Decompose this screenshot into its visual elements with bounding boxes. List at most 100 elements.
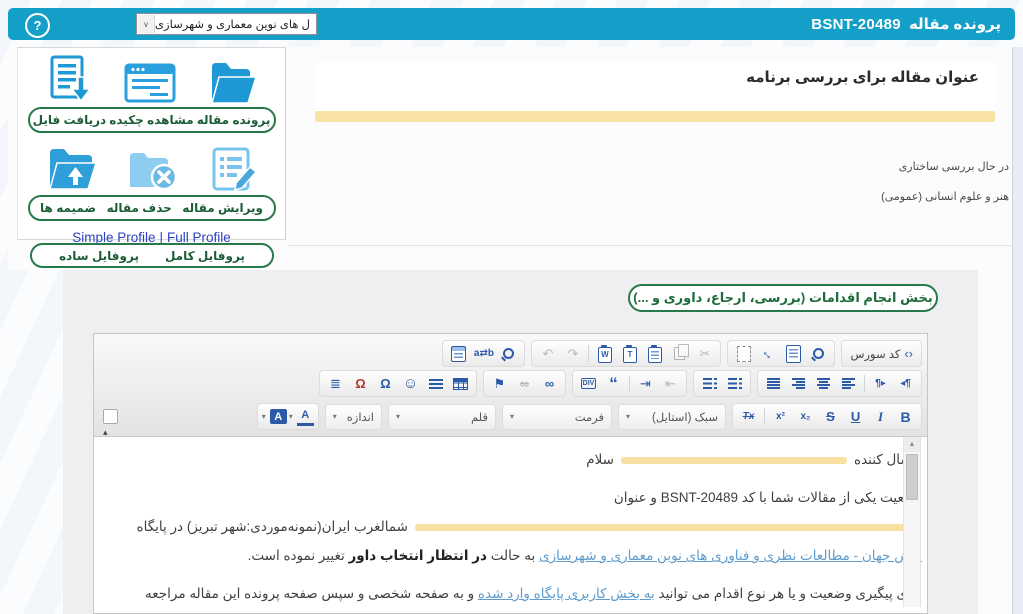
action-attachments[interactable]: ضمیمه ها bbox=[40, 201, 96, 215]
italic-button[interactable]: I bbox=[868, 406, 893, 428]
select-chevron-down-icon: ∨ bbox=[138, 15, 155, 33]
templates-button[interactable] bbox=[781, 343, 806, 365]
justify-button[interactable] bbox=[761, 373, 786, 395]
anchor-button[interactable]: ⚑ bbox=[487, 373, 512, 395]
scroll-up-button[interactable]: ▲ bbox=[904, 437, 920, 452]
source-code-label: کد سورس bbox=[850, 347, 900, 361]
copy-button[interactable] bbox=[667, 343, 692, 365]
toolbar-checkbox[interactable] bbox=[103, 409, 118, 424]
horizontal-rule-button[interactable] bbox=[423, 373, 448, 395]
editor-toolbar: ‹› کد سورس ↔ ✂ T W ↷ bbox=[94, 334, 927, 437]
status-text-1: وضعیت یکی از مقالات شما با کد BSNT-20489… bbox=[614, 490, 922, 505]
edit-article-icon[interactable] bbox=[206, 145, 260, 193]
action-edit-article[interactable]: ویرایش مقاله bbox=[182, 201, 263, 215]
article-dossier-page: { "topbar": { "help": "?", "select_value… bbox=[0, 0, 1023, 614]
undo-icon: ↶ bbox=[543, 347, 554, 360]
actions-row-2 bbox=[18, 145, 285, 193]
smiley-icon: ☺ bbox=[403, 376, 418, 391]
rich-text-editor: ‹› کد سورس ↔ ✂ T W ↷ bbox=[93, 333, 928, 614]
unlink-button[interactable]: ∞ bbox=[512, 373, 537, 395]
undo-button[interactable]: ↶ bbox=[535, 343, 560, 365]
page-right-margin bbox=[1013, 47, 1023, 614]
bold-icon: B bbox=[900, 410, 910, 424]
justify-icon bbox=[767, 378, 780, 389]
cut-button[interactable]: ✂ bbox=[692, 343, 717, 365]
preview-button[interactable] bbox=[806, 343, 831, 365]
indent-button[interactable]: ⇥ bbox=[633, 373, 658, 395]
redo-button[interactable]: ↷ bbox=[560, 343, 585, 365]
editor-content[interactable]: ارسال کنندهسلام وضعیت یکی از مقالات شما … bbox=[94, 437, 927, 607]
paste-as-text-button[interactable]: T bbox=[617, 343, 642, 365]
delete-article-icon[interactable] bbox=[124, 147, 180, 193]
maximize-button[interactable]: ↔ bbox=[756, 343, 781, 365]
math-character-button[interactable]: Ω bbox=[348, 373, 373, 395]
attachments-icon[interactable] bbox=[44, 145, 98, 193]
align-right-button[interactable] bbox=[786, 373, 811, 395]
superscript-button[interactable]: x² bbox=[768, 406, 793, 428]
toolbar-separator bbox=[629, 375, 630, 392]
replace-icon: a⇄b bbox=[474, 349, 494, 359]
underline-button[interactable]: U bbox=[843, 406, 868, 428]
text-color-button[interactable]: A ▾ bbox=[288, 406, 315, 428]
action-delete-article[interactable]: حذف مقاله bbox=[107, 201, 172, 215]
full-profile-link-fa[interactable]: پروفایل کامل bbox=[165, 249, 245, 263]
link-button[interactable]: ∞ bbox=[537, 373, 562, 395]
background-color-button[interactable]: A ▾ bbox=[261, 406, 288, 428]
article-status-text: در حال بررسی ساختاری bbox=[899, 161, 1009, 173]
style-combo[interactable]: سبک (استایل) ▾ bbox=[618, 404, 726, 430]
smiley-button[interactable]: ☺ bbox=[398, 373, 423, 395]
paste-from-word-button[interactable]: W bbox=[592, 343, 617, 365]
profile-links-fa: پروفایل کامل پروفایل ساده bbox=[30, 243, 274, 268]
simple-profile-link-fa[interactable]: پروفایل ساده bbox=[59, 249, 139, 263]
align-left-button[interactable] bbox=[836, 373, 861, 395]
special-character-button[interactable]: Ω bbox=[373, 373, 398, 395]
login-link[interactable]: به بخش کاربری پایگاه وارد شده bbox=[478, 586, 655, 601]
clipboard-group: ✂ T W ↷ ↶ bbox=[531, 340, 721, 367]
text-color-icon: A bbox=[297, 408, 314, 426]
greeting-text: سلام bbox=[586, 452, 614, 467]
strikethrough-button[interactable]: S bbox=[818, 406, 843, 428]
align-center-button[interactable] bbox=[811, 373, 836, 395]
select-all-button[interactable] bbox=[446, 343, 471, 365]
article-title-highlight-bar bbox=[315, 111, 995, 122]
help-icon[interactable]: ? bbox=[25, 13, 50, 38]
redacted-title-highlight bbox=[415, 524, 915, 531]
italic-icon: I bbox=[878, 410, 883, 423]
bold-button[interactable]: B bbox=[893, 406, 918, 428]
action-article-dossier[interactable]: پرونده مقاله bbox=[197, 113, 271, 127]
replace-button[interactable]: a⇄b bbox=[471, 343, 496, 365]
journal-category-select[interactable]: ل های نوین معماری و شهرسازی ∨ bbox=[136, 13, 317, 35]
actions-row-2-labels: ویرایش مقاله حذف مقاله ضمیمه ها bbox=[28, 195, 276, 221]
div-container-button[interactable]: DIV bbox=[576, 373, 601, 395]
action-download-file[interactable]: دریافت فایل bbox=[33, 113, 107, 127]
outdent-button[interactable]: ⇤ bbox=[658, 373, 683, 395]
editor-scrollbar[interactable]: ▲ bbox=[903, 437, 921, 607]
article-dossier-icon[interactable] bbox=[204, 57, 258, 105]
numbered-list-button[interactable] bbox=[722, 373, 747, 395]
format-combo[interactable]: فرمت ▾ bbox=[502, 404, 612, 430]
ltr-paragraph-button[interactable]: ▸¶ bbox=[868, 373, 893, 395]
redacted-highlight bbox=[621, 457, 847, 464]
download-file-icon[interactable] bbox=[46, 55, 96, 105]
blockquote-button[interactable]: “ bbox=[601, 373, 626, 395]
paste-button[interactable] bbox=[642, 343, 667, 365]
journal-link[interactable]: نقش جهان - مطالعات نظری و فناوری های نوی… bbox=[539, 548, 922, 563]
find-button[interactable] bbox=[496, 343, 521, 365]
bulleted-list-button[interactable] bbox=[697, 373, 722, 395]
view-abstract-icon[interactable] bbox=[122, 61, 178, 105]
font-combo[interactable]: قلم ▾ bbox=[388, 404, 496, 430]
remove-format-button[interactable]: Tx bbox=[736, 406, 761, 428]
subscript-button[interactable]: x₂ bbox=[793, 406, 818, 428]
horizontal-rule-icon bbox=[429, 379, 443, 389]
templates-icon bbox=[786, 345, 801, 363]
status-text-3: به حالت bbox=[491, 548, 536, 563]
scrollbar-thumb[interactable] bbox=[906, 454, 918, 500]
size-combo[interactable]: اندازه ▾ bbox=[325, 404, 382, 430]
actions-section: بخش انجام اقدامات (بررسی، ارجاع، داوری و… bbox=[63, 270, 978, 614]
rtl-paragraph-button[interactable]: ¶◂ bbox=[893, 373, 918, 395]
show-blocks-button[interactable] bbox=[731, 343, 756, 365]
page-break-button[interactable]: ≣ bbox=[323, 373, 348, 395]
source-code-button[interactable]: ‹› کد سورس bbox=[845, 343, 918, 365]
action-view-abstract[interactable]: مشاهده چکیده bbox=[109, 113, 193, 127]
insert-table-button[interactable] bbox=[448, 373, 473, 395]
